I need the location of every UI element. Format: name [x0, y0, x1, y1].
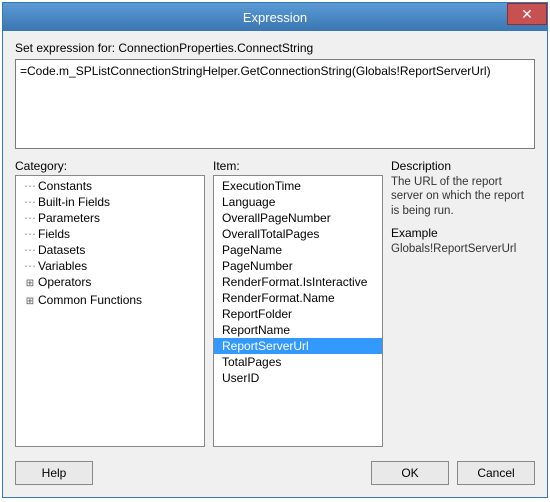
- tree-leaf-icon: ⋯: [24, 178, 36, 194]
- expander-icon[interactable]: ⊞: [24, 294, 36, 310]
- dialog-content: Set expression for: ConnectionProperties…: [3, 31, 547, 453]
- tree-leaf-icon: ⋯: [24, 210, 36, 226]
- tree-leaf-icon: ⋯: [24, 226, 36, 242]
- tree-leaf-icon: ⋯: [24, 242, 36, 258]
- category-tree-item[interactable]: ⋯Datasets: [16, 242, 204, 258]
- category-tree-item-label: Constants: [38, 179, 92, 193]
- ok-button[interactable]: OK: [371, 461, 449, 485]
- close-button[interactable]: ✕: [507, 3, 547, 25]
- help-button[interactable]: Help: [15, 461, 93, 485]
- item-list-item[interactable]: RenderFormat.Name: [214, 290, 382, 306]
- item-list-item[interactable]: Language: [214, 194, 382, 210]
- item-label: Item:: [213, 159, 383, 173]
- expander-icon[interactable]: ⊞: [24, 276, 36, 292]
- category-pane: Category: ⋯Constants⋯Built-in Fields⋯Par…: [15, 159, 205, 447]
- category-tree-item-label: Built-in Fields: [38, 195, 110, 209]
- item-list-item[interactable]: ReportName: [214, 322, 382, 338]
- cancel-button[interactable]: Cancel: [457, 461, 535, 485]
- category-tree[interactable]: ⋯Constants⋯Built-in Fields⋯Parameters⋯Fi…: [15, 175, 205, 447]
- info-pane: Description The URL of the report server…: [391, 159, 535, 447]
- category-tree-item-label: Datasets: [38, 243, 85, 257]
- item-list-item[interactable]: ReportFolder: [214, 306, 382, 322]
- item-list-item[interactable]: PageNumber: [214, 258, 382, 274]
- example-title: Example: [391, 226, 535, 240]
- set-expression-label: Set expression for: ConnectionProperties…: [15, 41, 535, 55]
- tree-leaf-icon: ⋯: [24, 194, 36, 210]
- button-row: Help OK Cancel: [3, 453, 547, 497]
- item-list-item[interactable]: UserID: [214, 370, 382, 386]
- window-title: Expression: [243, 10, 307, 25]
- category-tree-item[interactable]: ⋯Built-in Fields: [16, 194, 204, 210]
- item-list-item[interactable]: ReportServerUrl: [214, 338, 382, 354]
- example-text: Globals!ReportServerUrl: [391, 242, 535, 256]
- item-list-item[interactable]: TotalPages: [214, 354, 382, 370]
- category-tree-item-label: Variables: [38, 259, 87, 273]
- item-list[interactable]: ExecutionTimeLanguageOverallPageNumberOv…: [213, 175, 383, 447]
- item-list-item[interactable]: OverallTotalPages: [214, 226, 382, 242]
- item-list-item[interactable]: ExecutionTime: [214, 178, 382, 194]
- category-tree-item[interactable]: ⋯Variables: [16, 258, 204, 274]
- category-tree-item-label: Parameters: [38, 211, 100, 225]
- category-tree-item-label: Common Functions: [38, 293, 142, 307]
- expression-dialog: Expression ✕ Set expression for: Connect…: [2, 2, 548, 498]
- example-block: Example Globals!ReportServerUrl: [391, 226, 535, 256]
- category-tree-item[interactable]: ⋯Parameters: [16, 210, 204, 226]
- item-list-item[interactable]: PageName: [214, 242, 382, 258]
- category-tree-item[interactable]: ⋯Fields: [16, 226, 204, 242]
- item-list-item[interactable]: RenderFormat.IsInteractive: [214, 274, 382, 290]
- item-pane: Item: ExecutionTimeLanguageOverallPageNu…: [213, 159, 383, 447]
- category-tree-item-label: Fields: [38, 227, 70, 241]
- panes-row: Category: ⋯Constants⋯Built-in Fields⋯Par…: [15, 159, 535, 447]
- tree-leaf-icon: ⋯: [24, 258, 36, 274]
- expression-textbox[interactable]: [15, 59, 535, 149]
- title-bar: Expression ✕: [3, 3, 547, 31]
- category-tree-item-label: Operators: [38, 275, 91, 289]
- category-tree-item[interactable]: ⊞Common Functions: [16, 292, 204, 310]
- category-label: Category:: [15, 159, 205, 173]
- close-icon: ✕: [521, 6, 533, 23]
- description-text: The URL of the report server on which th…: [391, 175, 535, 218]
- description-block: Description The URL of the report server…: [391, 159, 535, 218]
- category-tree-item[interactable]: ⋯Constants: [16, 178, 204, 194]
- description-title: Description: [391, 159, 535, 173]
- category-tree-item[interactable]: ⊞Operators: [16, 274, 204, 292]
- item-list-item[interactable]: OverallPageNumber: [214, 210, 382, 226]
